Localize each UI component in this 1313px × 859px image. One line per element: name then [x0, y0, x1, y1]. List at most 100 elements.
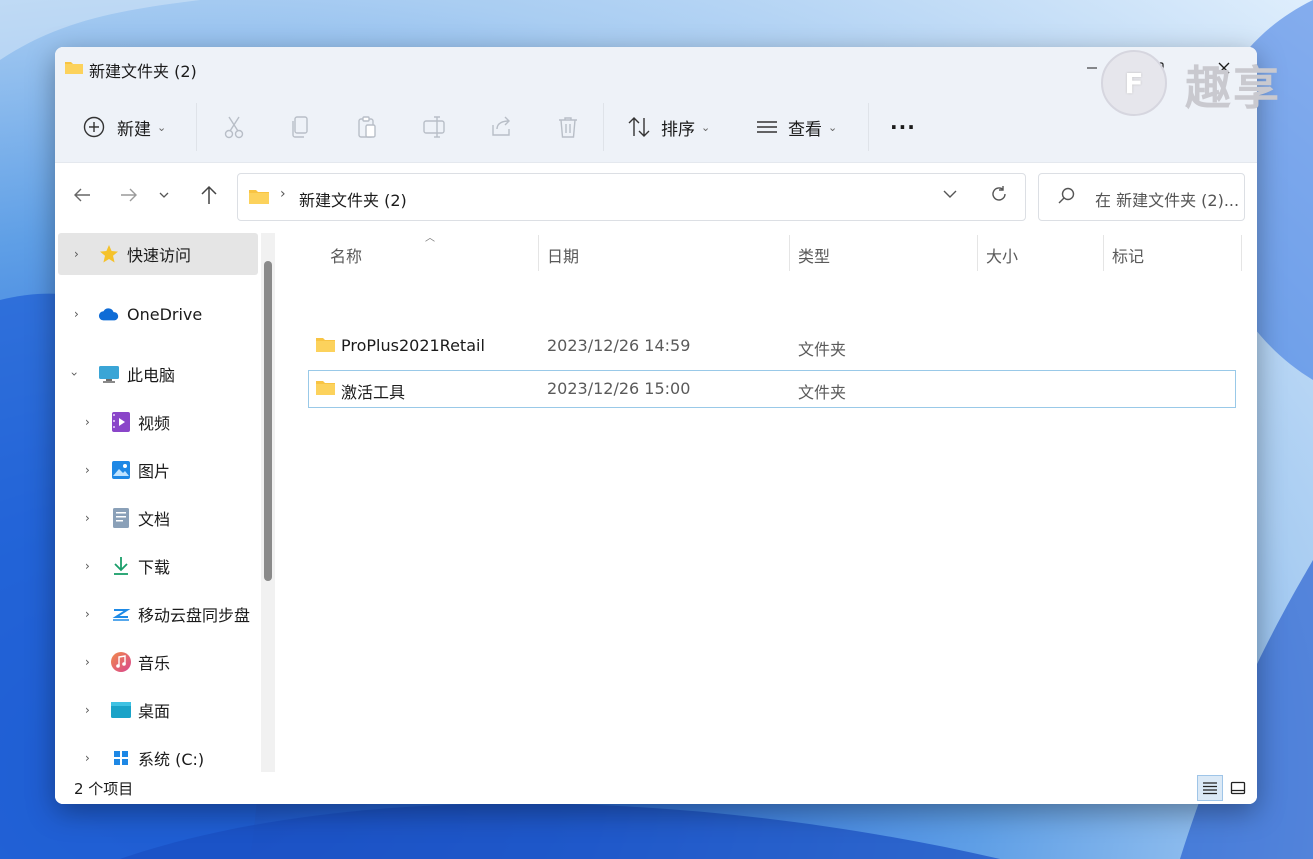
sidebar-item-desktop[interactable]: › 桌面	[58, 689, 258, 731]
sort-arrows-icon	[627, 116, 651, 138]
up-button[interactable]	[195, 181, 223, 209]
column-header-date[interactable]: 日期	[547, 239, 579, 271]
sidebar-scrollbar[interactable]	[261, 233, 275, 772]
chevron-down-icon: ⌄	[701, 120, 711, 134]
sidebar-item-label: 快速访问	[127, 246, 192, 265]
sort-button[interactable]: 排序 ⌄	[627, 111, 710, 143]
toolbar-divider	[196, 103, 197, 151]
rename-button[interactable]	[420, 113, 448, 141]
forward-button[interactable]	[115, 181, 143, 209]
search-box[interactable]: 在 新建文件夹 (2)...	[1038, 173, 1245, 221]
address-bar[interactable]: › 新建文件夹 (2)	[237, 173, 1026, 221]
sidebar-item-documents[interactable]: › 文档	[58, 497, 258, 539]
sidebar-item-system-drive[interactable]: › 系统 (C:)	[58, 737, 258, 772]
more-options-button[interactable]: ···	[890, 111, 916, 143]
paste-button[interactable]	[353, 113, 381, 141]
sidebar-item-mobile-cloud[interactable]: › 移动云盘同步盘	[58, 593, 258, 635]
sidebar-item-music[interactable]: › 音乐	[58, 641, 258, 683]
column-header-label: 名称	[330, 247, 363, 266]
chevron-right-icon: ›	[85, 559, 90, 573]
view-button[interactable]: 查看 ⌄	[756, 111, 837, 143]
file-type: 文件夹	[798, 340, 847, 359]
share-icon	[489, 115, 513, 139]
folder-icon	[315, 380, 336, 400]
arrow-up-icon	[200, 185, 218, 205]
mobile-cloud-icon	[110, 603, 132, 625]
column-header-size[interactable]: 大小	[986, 239, 1018, 271]
sidebar-item-onedrive[interactable]: › OneDrive	[58, 293, 258, 335]
copy-button[interactable]	[286, 113, 314, 141]
file-explorer-window: 新建文件夹 (2) 新建 ⌄ 排序 ⌄ 查看 ⌄ ··· › 新建文件夹 (2)…	[55, 47, 1257, 804]
chevron-right-icon: ›	[85, 463, 90, 477]
file-row[interactable]: ProPlus2021Retail 2023/12/26 14:59 文件夹	[308, 327, 1236, 365]
sidebar-item-pictures[interactable]: › 图片	[58, 449, 258, 491]
chevron-down-icon	[159, 191, 169, 199]
minimize-button[interactable]	[1081, 57, 1103, 79]
address-dropdown-button[interactable]	[943, 187, 957, 203]
add-circle-icon	[83, 116, 105, 138]
status-bar: 2 个项目	[55, 772, 1257, 804]
details-view-icon	[1202, 781, 1218, 795]
column-divider[interactable]	[977, 235, 978, 271]
title-bar: 新建文件夹 (2)	[55, 47, 1257, 89]
sidebar-item-quick-access[interactable]: › 快速访问	[58, 233, 258, 275]
video-icon	[110, 411, 132, 433]
search-placeholder: 在 新建文件夹 (2)...	[1095, 191, 1240, 210]
back-button[interactable]	[68, 181, 96, 209]
column-header-label: 大小	[986, 247, 1019, 266]
chevron-down-icon: ›	[67, 371, 82, 377]
column-divider[interactable]	[789, 235, 790, 271]
watermark-logo: F 趣享	[1101, 50, 1286, 116]
file-name: ProPlus2021Retail	[341, 336, 485, 355]
chevron-right-icon: ›	[74, 247, 79, 261]
column-header-tag[interactable]: 标记	[1112, 239, 1144, 271]
navigation-pane: › 快速访问 › OneDrive › 此电脑 › 视频 › 图片 › 文档 ›…	[55, 227, 283, 772]
toolbar-divider	[868, 103, 869, 151]
column-divider[interactable]	[1241, 235, 1242, 271]
more-icon: ···	[890, 115, 916, 139]
cloud-icon	[98, 303, 120, 325]
sidebar-item-downloads[interactable]: › 下载	[58, 545, 258, 587]
chevron-down-icon: ⌄	[828, 120, 838, 134]
watermark-letter: F	[1124, 66, 1144, 100]
rename-icon	[422, 115, 446, 139]
share-button[interactable]	[487, 113, 515, 141]
breadcrumb-current-folder[interactable]: 新建文件夹 (2)	[299, 187, 407, 211]
toolbar-divider	[603, 103, 604, 151]
chevron-right-icon: ›	[85, 511, 90, 525]
details-view-button[interactable]	[1197, 775, 1223, 801]
column-header-type[interactable]: 类型	[798, 239, 830, 271]
sidebar-item-label: 此电脑	[127, 366, 176, 385]
cut-button[interactable]	[220, 113, 248, 141]
file-row[interactable]: 激活工具 2023/12/26 15:00 文件夹	[308, 370, 1236, 408]
large-icons-view-button[interactable]	[1225, 775, 1251, 801]
column-divider[interactable]	[1103, 235, 1104, 271]
new-button-label: 新建	[117, 119, 151, 140]
monitor-icon	[98, 363, 120, 385]
column-header-name[interactable]: 名称	[330, 239, 362, 271]
recent-locations-button[interactable]	[154, 181, 174, 209]
chevron-right-icon: ›	[85, 607, 90, 621]
sort-button-label: 排序	[661, 119, 695, 140]
arrow-right-icon	[120, 187, 138, 203]
folder-icon	[315, 337, 336, 357]
download-icon	[110, 555, 132, 577]
sidebar-item-label: 图片	[138, 462, 171, 481]
sidebar-item-videos[interactable]: › 视频	[58, 401, 258, 443]
copy-icon	[289, 115, 311, 139]
scrollbar-thumb[interactable]	[264, 261, 272, 581]
chevron-right-icon: ›	[85, 751, 90, 765]
file-name: 激活工具	[341, 383, 406, 402]
delete-button[interactable]	[554, 113, 582, 141]
navigation-bar: › 新建文件夹 (2) 在 新建文件夹 (2)...	[55, 163, 1257, 227]
refresh-button[interactable]	[990, 185, 1008, 208]
new-button[interactable]: 新建 ⌄	[83, 111, 166, 143]
column-header-label: 日期	[547, 247, 580, 266]
sidebar-item-label: 视频	[138, 414, 171, 433]
list-view-icon	[756, 118, 778, 136]
sidebar-item-label: 桌面	[138, 702, 171, 721]
chevron-down-icon: ⌄	[157, 120, 167, 134]
column-divider[interactable]	[538, 235, 539, 271]
watermark-badge: F	[1101, 50, 1167, 116]
sidebar-item-this-pc[interactable]: › 此电脑	[58, 353, 258, 395]
